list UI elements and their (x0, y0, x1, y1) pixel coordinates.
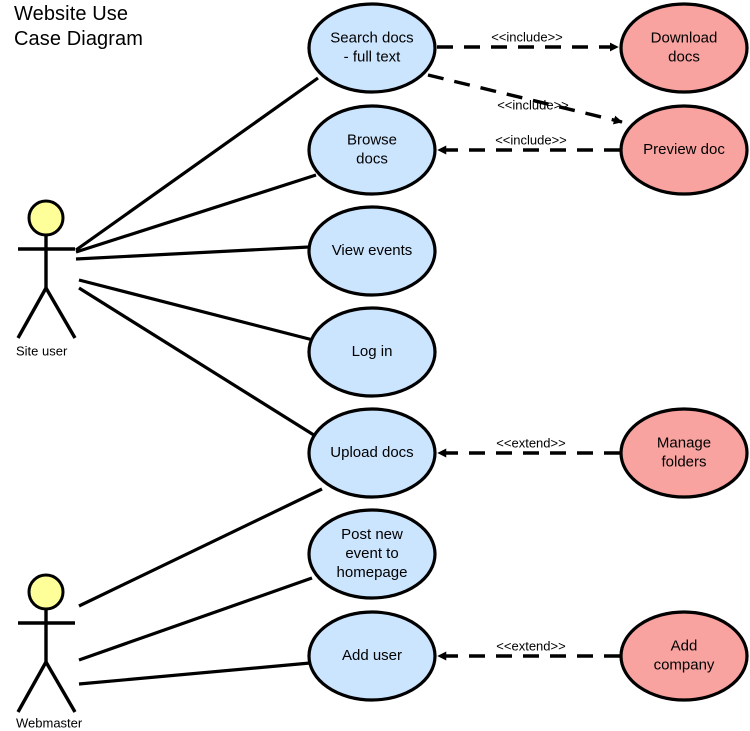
stereotype-label: <<include>> (491, 29, 563, 44)
use-case-preview-doc[interactable]: Preview doc (619, 104, 749, 196)
use-case-add-company[interactable]: Add company (619, 610, 749, 702)
actor-leg-left (16, 287, 48, 339)
association-line (75, 173, 317, 254)
actor-leg-left (16, 661, 48, 713)
actor-nodes: Site user Webmaster (16, 199, 83, 730)
use-case-log-in[interactable]: Log in (307, 306, 437, 398)
actor-leg-right (44, 661, 77, 713)
use-case-label: Log in (352, 343, 393, 360)
stereotype-label: <<include>> (497, 97, 569, 112)
use-case-upload-docs[interactable]: Upload docs (307, 407, 437, 499)
use-case-label: Preview doc (643, 141, 725, 158)
actor-leg-right (44, 287, 77, 339)
association-line (75, 245, 310, 261)
association-lines (75, 76, 323, 686)
diagram-title: Website Use Case Diagram (14, 3, 144, 50)
use-case-view-events[interactable]: View events (307, 205, 437, 297)
use-case-diagram-canvas: Website Use Case Diagram <<include>> <<in… (0, 0, 750, 731)
use-case-label: Upload docs (330, 444, 413, 461)
use-case-post-event[interactable]: Post new event to homepage (307, 508, 437, 600)
association-line (78, 661, 311, 686)
use-case-add-user[interactable]: Add user (307, 610, 437, 702)
actor-label: Webmaster (16, 715, 83, 730)
stereotype-label: <<extend>> (496, 435, 565, 450)
use-case-label: Add user (342, 647, 402, 664)
use-case-label: Post new event to homepage (337, 526, 408, 581)
use-case-manage-folders[interactable]: Manage folders (619, 407, 749, 499)
use-case-download-docs[interactable]: Download docs (619, 2, 749, 94)
actor-head-icon (27, 199, 65, 237)
stereotype-label: <<include>> (495, 132, 567, 147)
actor-site-user[interactable]: Site user (16, 199, 77, 358)
stereotype-label: <<extend>> (496, 638, 565, 653)
actor-label: Site user (16, 343, 68, 358)
association-line (75, 76, 319, 252)
use-case-label: View events (332, 242, 413, 259)
actor-webmaster[interactable]: Webmaster (16, 573, 83, 730)
use-case-browse-docs[interactable]: Browse docs (307, 104, 437, 196)
dependency-lines: <<include>> <<include>> <<include>> <<exten… (427, 29, 623, 661)
actor-head-icon (27, 573, 65, 611)
diagram-svg: <<include>> <<include>> <<include>> <<exten… (16, 2, 749, 730)
use-case-search-docs[interactable]: Search docs - full text (307, 2, 437, 94)
